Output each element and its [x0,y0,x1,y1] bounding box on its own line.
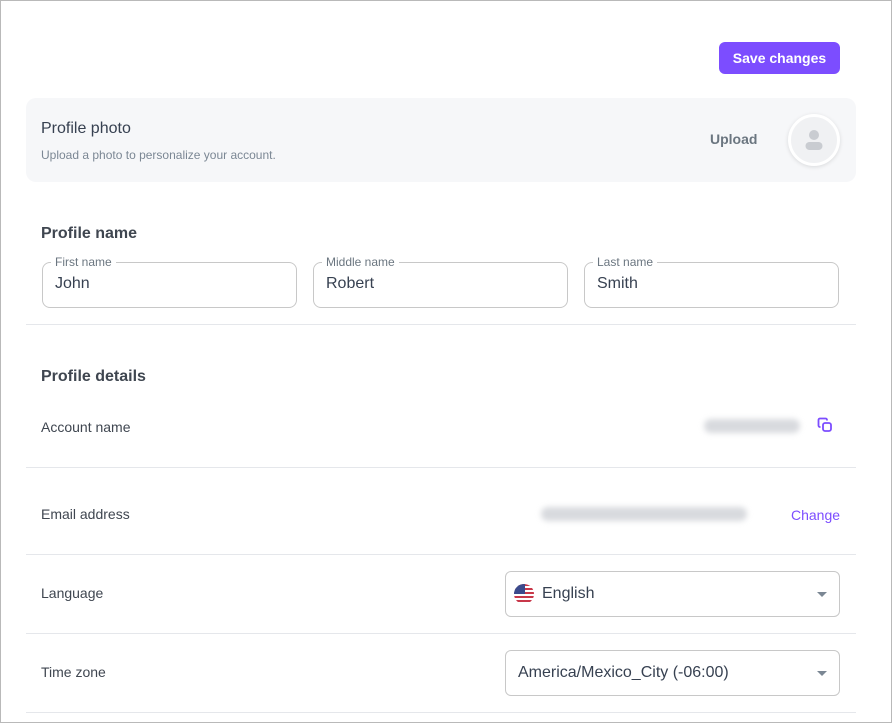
language-select[interactable]: English [505,571,840,617]
profile-photo-title: Profile photo [41,120,131,137]
copy-icon [817,417,832,432]
middle-name-field[interactable]: Middle name [313,255,568,308]
profile-photo-subtitle: Upload a photo to personalize your accou… [41,148,276,162]
first-name-field[interactable]: First name [42,255,297,308]
divider [26,712,856,713]
chevron-down-icon [817,592,827,597]
timezone-label: Time zone [41,664,106,680]
profile-name-heading: Profile name [41,225,138,242]
language-selected-value: English [542,585,595,602]
email-label: Email address [41,506,130,522]
profile-details-heading: Profile details [41,368,146,385]
language-label: Language [41,585,104,601]
upload-button[interactable]: Upload [710,131,757,147]
divider [26,554,856,555]
first-name-input[interactable] [55,275,284,293]
save-changes-button[interactable]: Save changes [719,42,840,74]
us-flag-icon [514,584,534,604]
email-value-blurred [541,507,747,521]
chevron-down-icon [817,671,827,676]
change-email-link[interactable]: Change [791,507,840,523]
profile-settings-page: Save changes Profile photo Upload a phot… [0,0,892,723]
user-icon [805,130,823,150]
timezone-select[interactable]: America/Mexico_City (-06:00) [505,650,840,696]
account-name-label: Account name [41,419,131,435]
first-name-label: First name [51,255,116,269]
timezone-selected-value: America/Mexico_City (-06:00) [518,664,729,681]
account-name-value-blurred [704,419,800,433]
divider [26,324,856,325]
last-name-field[interactable]: Last name [584,255,839,308]
divider [26,633,856,634]
last-name-input[interactable] [597,275,826,293]
middle-name-input[interactable] [326,275,555,293]
avatar[interactable] [788,114,840,166]
middle-name-label: Middle name [322,255,399,269]
divider [26,467,856,468]
profile-photo-card: Profile photo Upload a photo to personal… [26,98,856,182]
last-name-label: Last name [593,255,658,269]
copy-account-name-button[interactable] [817,417,835,435]
